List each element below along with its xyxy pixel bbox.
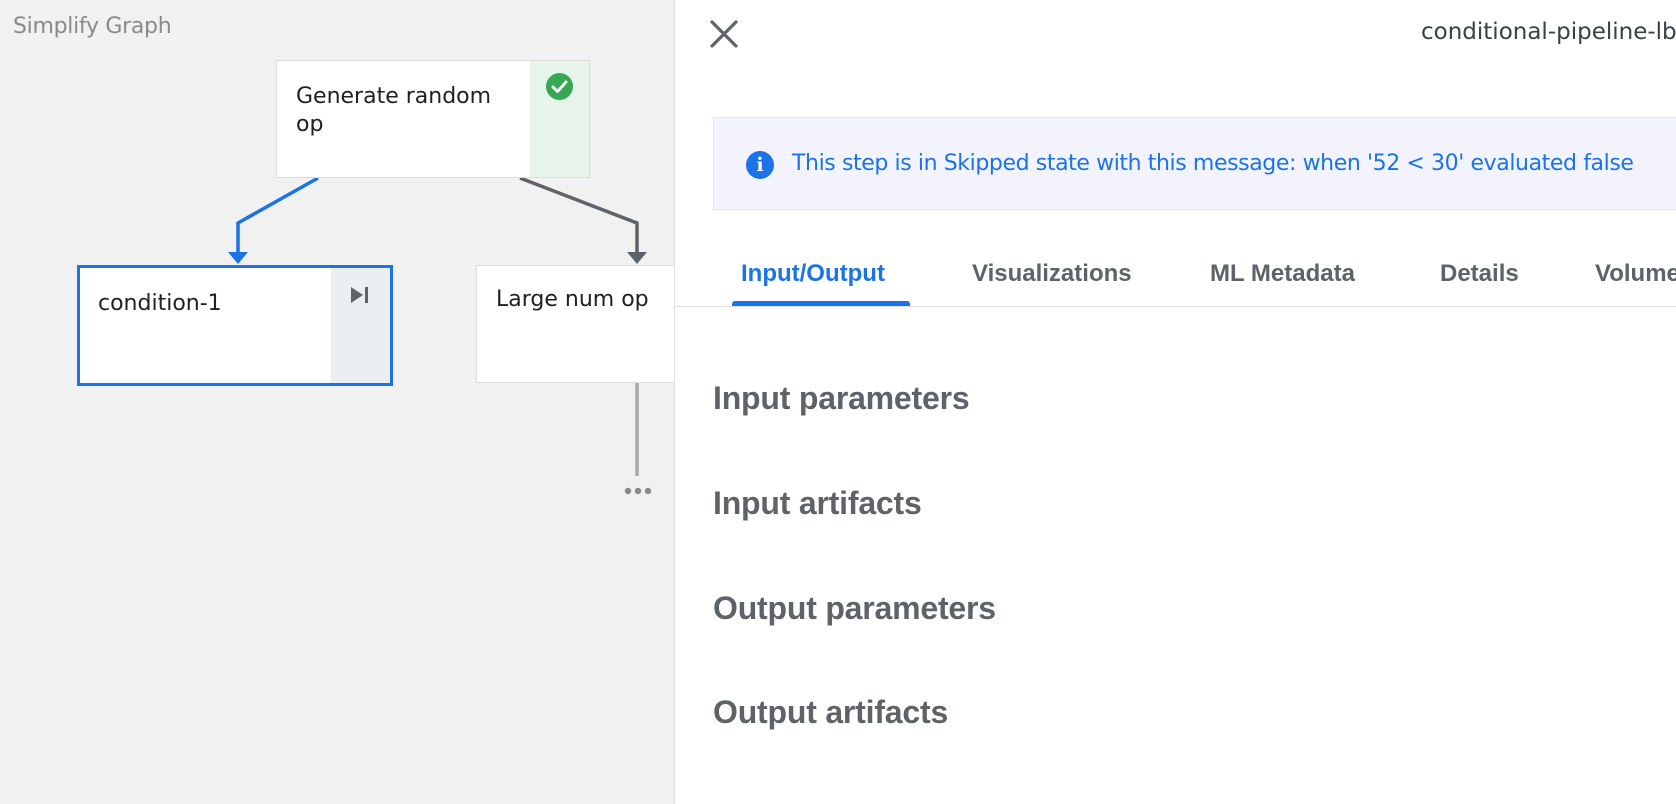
more-horiz-icon[interactable] bbox=[622, 485, 654, 497]
tab-bar: Input/Output Visualizations ML Metadata … bbox=[675, 250, 1676, 307]
node-condition-1[interactable]: condition-1 bbox=[77, 265, 393, 386]
check-circle-icon bbox=[546, 73, 573, 100]
section-input-parameters: Input parameters bbox=[713, 380, 970, 416]
run-title: conditional-pipeline-lbfk bbox=[1421, 19, 1676, 45]
edge-generate-to-condition bbox=[228, 176, 319, 264]
close-icon[interactable] bbox=[707, 17, 741, 51]
side-panel: conditional-pipeline-lbfk i This step is… bbox=[674, 0, 1676, 804]
banner-message: This step is in Skipped state with this … bbox=[792, 151, 1634, 176]
section-output-parameters: Output parameters bbox=[713, 590, 996, 626]
node-large-num-op[interactable]: Large num op bbox=[476, 265, 674, 383]
active-tab-indicator bbox=[732, 301, 910, 306]
node-label: condition-1 bbox=[98, 291, 222, 316]
node-label: Large num op bbox=[496, 287, 649, 312]
node-label: Generate random op bbox=[296, 84, 492, 137]
graph-pane: Simplify Graph Generate random op condit… bbox=[0, 0, 674, 804]
tab-details[interactable]: Details bbox=[1440, 260, 1519, 288]
node-status-box bbox=[331, 268, 390, 383]
status-banner: i This step is in Skipped state with thi… bbox=[713, 117, 1676, 210]
tab-ml-metadata[interactable]: ML Metadata bbox=[1210, 260, 1355, 288]
info-icon: i bbox=[746, 151, 774, 179]
tab-visualizations[interactable]: Visualizations bbox=[972, 260, 1132, 288]
node-status-box bbox=[530, 61, 589, 177]
tab-input-output[interactable]: Input/Output bbox=[741, 260, 885, 288]
section-input-artifacts: Input artifacts bbox=[713, 485, 922, 521]
edge-generate-to-large bbox=[519, 176, 647, 264]
skip-next-icon bbox=[351, 287, 368, 303]
node-generate-random-op[interactable]: Generate random op bbox=[276, 60, 590, 178]
section-output-artifacts: Output artifacts bbox=[713, 694, 949, 730]
tab-volume[interactable]: Volume bbox=[1595, 260, 1676, 288]
